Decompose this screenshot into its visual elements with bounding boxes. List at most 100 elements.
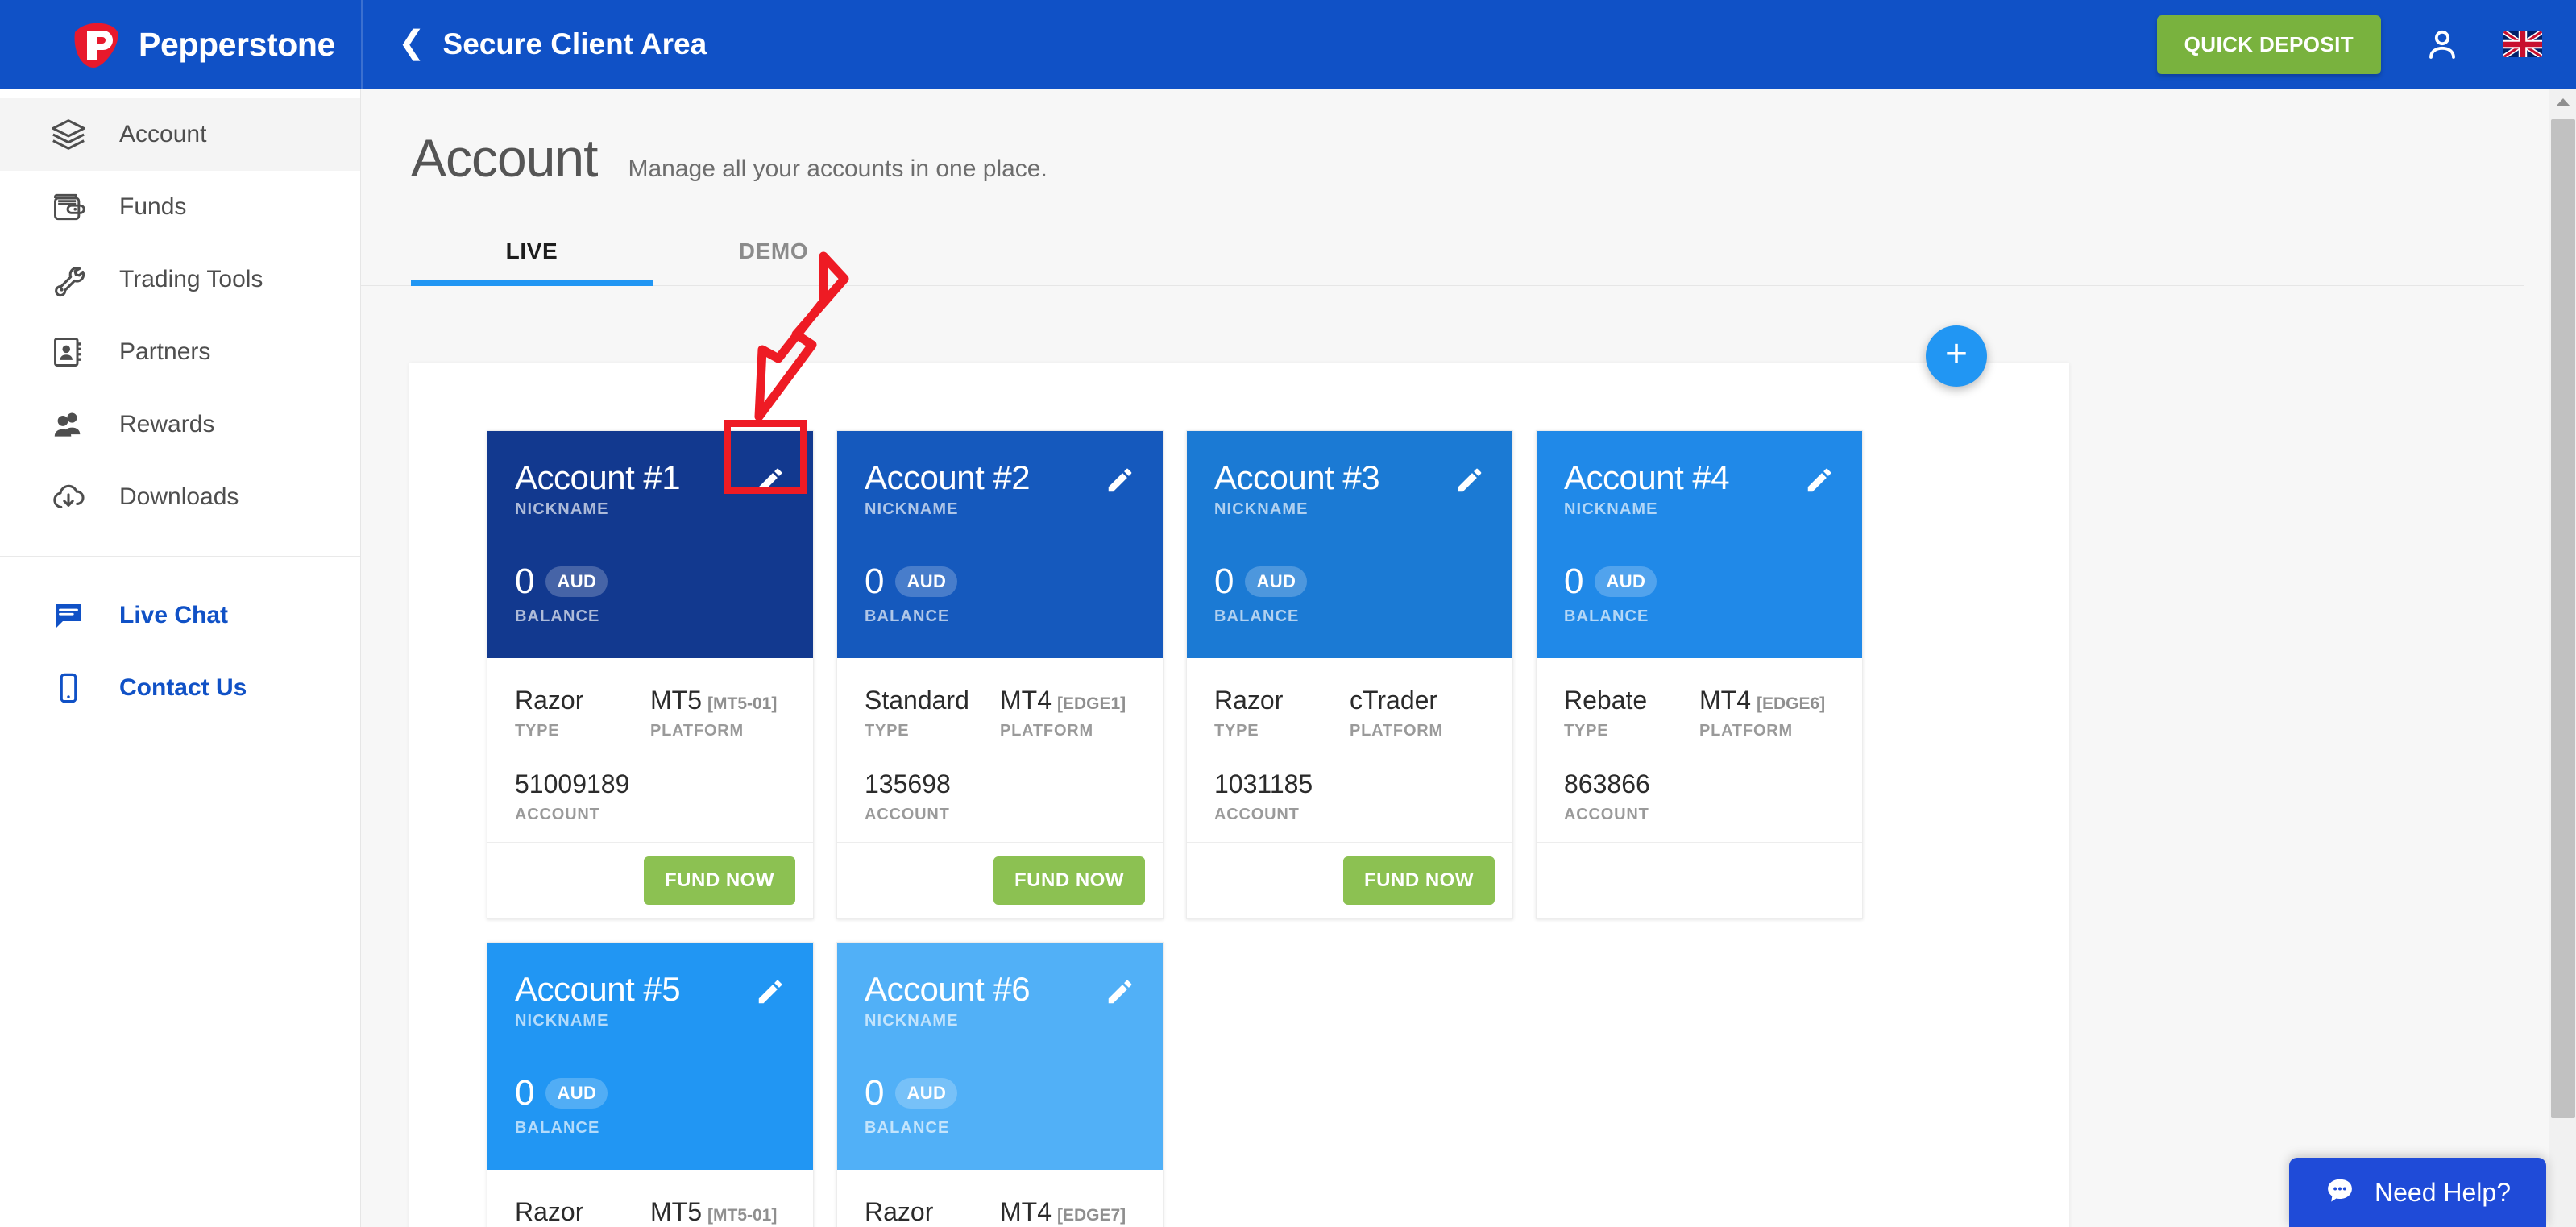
balance-value: 0 (865, 1073, 885, 1113)
card-footer: FUND NOW (487, 843, 813, 918)
pepperstone-logo-icon (71, 19, 121, 69)
sidebar-divider (0, 556, 360, 557)
balance-label: BALANCE (865, 1119, 950, 1137)
quick-deposit-button[interactable]: QUICK DEPOSIT (2156, 15, 2381, 74)
nickname-label: NICKNAME (1564, 500, 1658, 518)
account-nickname: Account #4 (1564, 458, 1730, 496)
type-value: Razor (515, 686, 584, 715)
type-field: RazorTYPE (515, 1197, 650, 1227)
add-account-button[interactable]: + (1926, 325, 1987, 387)
scroll-up-arrow-icon[interactable] (2549, 89, 2576, 116)
fund-now-button[interactable]: FUND NOW (1343, 856, 1495, 905)
type-value: Rebate (1564, 686, 1648, 715)
sidebar-item-trading-tools[interactable]: Trading Tools (0, 243, 360, 316)
sidebar-item-live-chat[interactable]: Live Chat (0, 579, 360, 652)
type-platform-row: RazorTYPEMT5[MT5-01]PLATFORM (515, 1197, 786, 1227)
platform-field: cTrader PLATFORM (1350, 686, 1485, 740)
scrollbar-thumb[interactable] (2551, 119, 2575, 1118)
account-number-label: ACCOUNT (1564, 806, 1649, 823)
card-body: RazorTYPEMT5[MT5-01]PLATFORM (487, 1170, 813, 1227)
brand-area[interactable]: Pepperstone (0, 0, 361, 89)
type-platform-row: Standard TYPE MT4 [EDGE1] PLATFORM (865, 686, 1135, 740)
platform-value: MT5 [MT5-01] (650, 1197, 778, 1226)
sidebar-item-label: Partners (119, 338, 211, 365)
edit-nickname-button[interactable] (1454, 465, 1485, 495)
balance-value: 0 (1214, 562, 1234, 601)
sidebar-item-account[interactable]: Account (0, 98, 360, 171)
edit-nickname-button[interactable] (1105, 465, 1135, 495)
vertical-scrollbar[interactable] (2549, 89, 2576, 1227)
tab-demo[interactable]: DEMO (653, 222, 894, 285)
type-field: RazorTYPE (515, 686, 650, 740)
uk-flag-icon[interactable] (2503, 31, 2542, 57)
platform-tag: [MT5-01] (707, 1206, 778, 1225)
edit-nickname-button[interactable] (755, 976, 786, 1007)
people-icon (48, 404, 89, 445)
tab-live[interactable]: LIVE (411, 222, 653, 286)
nickname-label: NICKNAME (865, 1012, 959, 1030)
chevron-left-icon[interactable]: ❮ (398, 27, 425, 59)
account-number-field: 135698 ACCOUNT (865, 769, 1135, 824)
person-icon[interactable] (2423, 25, 2462, 64)
platform-field: MT4 [EDGE1] PLATFORM (1000, 686, 1135, 740)
edit-nickname-button[interactable] (1105, 976, 1135, 1007)
account-card[interactable]: Account #3 NICKNAME 0 AUD BALANCE Razor TYPE cT… (1186, 430, 1513, 919)
balance-row: 0 AUD (865, 1076, 1135, 1111)
chat-bubble-icon (48, 595, 89, 636)
account-card[interactable]: Account #1 NICKNAME 0 AUD BALANCE Razor TYPE MT… (487, 430, 814, 919)
edit-nickname-button[interactable] (755, 465, 786, 495)
sidebar-item-partners[interactable]: Partners (0, 316, 360, 388)
card-header: Account #4 NICKNAME 0 AUD BALANCE (1537, 431, 1862, 658)
account-number-field: 51009189 ACCOUNT (515, 769, 786, 824)
account-nickname: Account #1 (515, 458, 681, 496)
card-footer (1537, 843, 1862, 918)
card-body: Razor TYPE MT5 [MT5-01] PLATFORM 51009189 ACCO… (487, 658, 813, 843)
account-card[interactable]: Account #5 NICKNAME 0 AUD BALANCE RazorTYPEMT… (487, 942, 814, 1227)
card-body: Rebate TYPE MT4 [EDGE6] PLATFORM 863866 ACCOUN… (1537, 658, 1862, 843)
account-card[interactable]: Account #2 NICKNAME 0 AUD BALANCE Standard TYP… (836, 430, 1164, 919)
layers-icon (48, 114, 89, 155)
platform-field: MT5[MT5-01]PLATFORM (650, 1197, 786, 1227)
sidebar-item-rewards[interactable]: Rewards (0, 388, 360, 461)
need-help-chat-button[interactable]: Need Help? (2289, 1158, 2546, 1227)
balance-currency-badge: AUD (545, 1078, 608, 1109)
fund-now-button[interactable]: FUND NOW (644, 856, 795, 905)
card-footer: FUND NOW (837, 843, 1163, 918)
sidebar-item-contact-us[interactable]: Contact Us (0, 652, 360, 724)
type-label: TYPE (1214, 722, 1259, 740)
account-nickname: Account #3 (1214, 458, 1380, 496)
sidebar-item-label: Downloads (119, 483, 239, 510)
card-header: Account #3 NICKNAME 0 AUD BALANCE (1187, 431, 1512, 658)
sidebar: Account Funds Trading Tools Partners Rew… (0, 89, 361, 1227)
balance-currency-badge: AUD (545, 566, 608, 597)
platform-value: cTrader (1350, 686, 1438, 715)
mobile-phone-icon (48, 668, 89, 708)
platform-tag: [MT5-01] (707, 694, 778, 713)
cloud-download-icon (48, 477, 89, 517)
card-header: Account #6 NICKNAME 0 AUD BALANCE (837, 943, 1163, 1170)
account-card[interactable]: Account #4 NICKNAME 0 AUD BALANCE Rebate TYPE M… (1536, 430, 1863, 919)
balance-value: 0 (515, 1073, 535, 1113)
balance-label: BALANCE (865, 607, 950, 625)
accounts-grid: Account #1 NICKNAME 0 AUD BALANCE Razor TYPE MT… (409, 363, 2069, 1227)
balance-currency-badge: AUD (895, 566, 958, 597)
account-card[interactable]: Account #6 NICKNAME 0 AUD BALANCE RazorTYPEMT… (836, 942, 1164, 1227)
breadcrumb[interactable]: ❮ Secure Client Area (363, 27, 707, 61)
balance-currency-badge: AUD (895, 1078, 958, 1109)
balance-value: 0 (1564, 562, 1584, 601)
platform-tag: [EDGE6] (1757, 694, 1826, 713)
sidebar-item-downloads[interactable]: Downloads (0, 461, 360, 533)
edit-nickname-button[interactable] (1804, 465, 1835, 495)
account-number-row: 51009189 ACCOUNT (515, 769, 786, 824)
fund-now-button[interactable]: FUND NOW (993, 856, 1145, 905)
sidebar-item-label: Rewards (119, 411, 215, 437)
balance-label: BALANCE (515, 607, 600, 625)
balance-row: 0 AUD (515, 1076, 786, 1111)
contact-book-icon (48, 332, 89, 372)
sidebar-item-label: Contact Us (119, 674, 247, 701)
nickname-label: NICKNAME (1214, 500, 1309, 518)
sidebar-item-label: Account (119, 121, 207, 147)
wallet-icon (48, 187, 89, 227)
card-header: Account #2 NICKNAME 0 AUD BALANCE (837, 431, 1163, 658)
sidebar-item-funds[interactable]: Funds (0, 171, 360, 243)
